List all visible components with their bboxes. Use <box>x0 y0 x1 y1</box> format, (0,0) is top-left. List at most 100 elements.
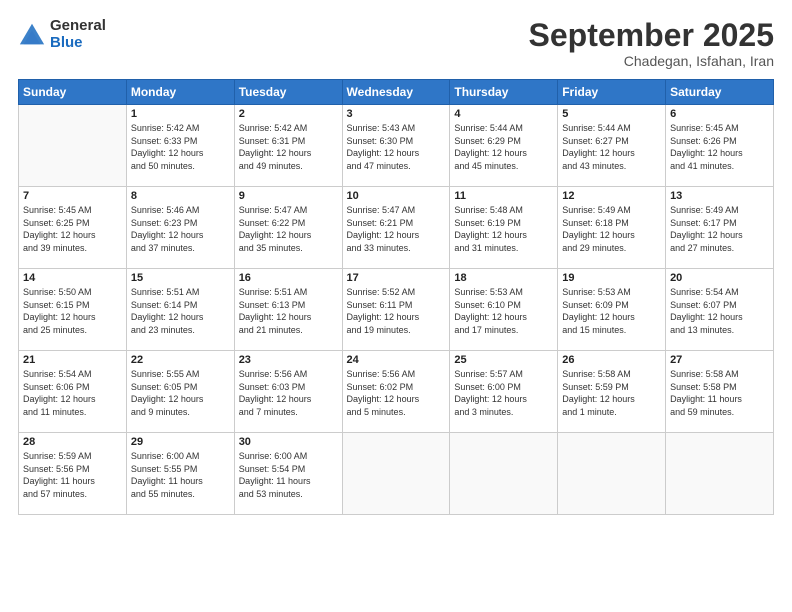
day-info: Sunrise: 5:56 AM Sunset: 6:02 PM Dayligh… <box>347 368 446 418</box>
calendar-table: SundayMondayTuesdayWednesdayThursdayFrid… <box>18 79 774 515</box>
day-number: 25 <box>454 354 553 366</box>
day-info: Sunrise: 5:52 AM Sunset: 6:11 PM Dayligh… <box>347 286 446 336</box>
day-number: 26 <box>562 354 661 366</box>
day-info: Sunrise: 6:00 AM Sunset: 5:54 PM Dayligh… <box>239 450 338 500</box>
day-number: 12 <box>562 190 661 202</box>
calendar-cell: 25 Sunrise: 5:57 AM Sunset: 6:00 PM Dayli… <box>450 351 558 433</box>
day-info: Sunrise: 6:00 AM Sunset: 5:55 PM Dayligh… <box>131 450 230 500</box>
calendar-cell: 26 Sunrise: 5:58 AM Sunset: 5:59 PM Dayli… <box>558 351 666 433</box>
day-number: 14 <box>23 272 122 284</box>
day-info: Sunrise: 5:46 AM Sunset: 6:23 PM Dayligh… <box>131 204 230 254</box>
day-number: 1 <box>131 108 230 120</box>
day-number: 29 <box>131 436 230 448</box>
day-number: 15 <box>131 272 230 284</box>
title-block: September 2025 Chadegan, Isfahan, Iran <box>529 18 774 69</box>
calendar-cell: 27 Sunrise: 5:58 AM Sunset: 5:58 PM Dayli… <box>666 351 774 433</box>
day-number: 17 <box>347 272 446 284</box>
day-info: Sunrise: 5:42 AM Sunset: 6:33 PM Dayligh… <box>131 122 230 172</box>
day-info: Sunrise: 5:53 AM Sunset: 6:10 PM Dayligh… <box>454 286 553 336</box>
calendar-cell: 30 Sunrise: 6:00 AM Sunset: 5:54 PM Dayli… <box>234 433 342 515</box>
day-number: 21 <box>23 354 122 366</box>
col-header-thursday: Thursday <box>450 80 558 105</box>
day-number: 6 <box>670 108 769 120</box>
day-info: Sunrise: 5:57 AM Sunset: 6:00 PM Dayligh… <box>454 368 553 418</box>
calendar-cell: 21 Sunrise: 5:54 AM Sunset: 6:06 PM Dayli… <box>19 351 127 433</box>
calendar-cell: 9 Sunrise: 5:47 AM Sunset: 6:22 PM Daylig… <box>234 187 342 269</box>
calendar-week-2: 7 Sunrise: 5:45 AM Sunset: 6:25 PM Daylig… <box>19 187 774 269</box>
day-info: Sunrise: 5:45 AM Sunset: 6:26 PM Dayligh… <box>670 122 769 172</box>
col-header-friday: Friday <box>558 80 666 105</box>
day-info: Sunrise: 5:47 AM Sunset: 6:21 PM Dayligh… <box>347 204 446 254</box>
logo-text: General Blue <box>50 18 106 51</box>
day-number: 2 <box>239 108 338 120</box>
logo: General Blue <box>18 18 106 51</box>
calendar-cell: 12Sunrise: 5:49 AM Sunset: 6:18 PM Dayli… <box>558 187 666 269</box>
header: General Blue September 2025 Chadegan, Is… <box>18 18 774 69</box>
day-info: Sunrise: 5:59 AM Sunset: 5:56 PM Dayligh… <box>23 450 122 500</box>
page: General Blue September 2025 Chadegan, Is… <box>0 0 792 612</box>
day-number: 20 <box>670 272 769 284</box>
day-info: Sunrise: 5:54 AM Sunset: 6:06 PM Dayligh… <box>23 368 122 418</box>
day-number: 3 <box>347 108 446 120</box>
calendar-cell: 14 Sunrise: 5:50 AM Sunset: 6:15 PM Dayli… <box>19 269 127 351</box>
calendar-cell: 17 Sunrise: 5:52 AM Sunset: 6:11 PM Dayli… <box>342 269 450 351</box>
location: Chadegan, Isfahan, Iran <box>529 53 774 69</box>
calendar-cell: 7 Sunrise: 5:45 AM Sunset: 6:25 PM Daylig… <box>19 187 127 269</box>
day-number: 13 <box>670 190 769 202</box>
calendar-cell <box>19 105 127 187</box>
col-header-sunday: Sunday <box>19 80 127 105</box>
calendar-cell <box>558 433 666 515</box>
day-info: Sunrise: 5:54 AM Sunset: 6:07 PM Dayligh… <box>670 286 769 336</box>
col-header-saturday: Saturday <box>666 80 774 105</box>
col-header-tuesday: Tuesday <box>234 80 342 105</box>
day-info: Sunrise: 5:51 AM Sunset: 6:13 PM Dayligh… <box>239 286 338 336</box>
day-number: 4 <box>454 108 553 120</box>
day-info: Sunrise: 5:53 AM Sunset: 6:09 PM Dayligh… <box>562 286 661 336</box>
day-info: Sunrise: 5:45 AM Sunset: 6:25 PM Dayligh… <box>23 204 122 254</box>
calendar-cell: 29 Sunrise: 6:00 AM Sunset: 5:55 PM Dayli… <box>126 433 234 515</box>
calendar-header-row: SundayMondayTuesdayWednesdayThursdayFrid… <box>19 80 774 105</box>
day-info: Sunrise: 5:43 AM Sunset: 6:30 PM Dayligh… <box>347 122 446 172</box>
day-number: 22 <box>131 354 230 366</box>
day-number: 8 <box>131 190 230 202</box>
day-info: Sunrise: 5:44 AM Sunset: 6:27 PM Dayligh… <box>562 122 661 172</box>
calendar-cell: 5 Sunrise: 5:44 AM Sunset: 6:27 PM Daylig… <box>558 105 666 187</box>
calendar-cell: 8 Sunrise: 5:46 AM Sunset: 6:23 PM Daylig… <box>126 187 234 269</box>
day-info: Sunrise: 5:51 AM Sunset: 6:14 PM Dayligh… <box>131 286 230 336</box>
calendar-cell: 2Sunrise: 5:42 AM Sunset: 6:31 PM Daylig… <box>234 105 342 187</box>
calendar-cell: 28 Sunrise: 5:59 AM Sunset: 5:56 PM Dayli… <box>19 433 127 515</box>
day-info: Sunrise: 5:50 AM Sunset: 6:15 PM Dayligh… <box>23 286 122 336</box>
day-info: Sunrise: 5:47 AM Sunset: 6:22 PM Dayligh… <box>239 204 338 254</box>
day-number: 30 <box>239 436 338 448</box>
day-number: 7 <box>23 190 122 202</box>
day-number: 9 <box>239 190 338 202</box>
calendar-cell: 4 Sunrise: 5:44 AM Sunset: 6:29 PM Daylig… <box>450 105 558 187</box>
calendar-cell: 15 Sunrise: 5:51 AM Sunset: 6:14 PM Dayli… <box>126 269 234 351</box>
day-number: 28 <box>23 436 122 448</box>
calendar-cell: 6 Sunrise: 5:45 AM Sunset: 6:26 PM Daylig… <box>666 105 774 187</box>
day-info: Sunrise: 5:58 AM Sunset: 5:58 PM Dayligh… <box>670 368 769 418</box>
calendar-cell: 18 Sunrise: 5:53 AM Sunset: 6:10 PM Dayli… <box>450 269 558 351</box>
calendar-cell <box>342 433 450 515</box>
day-number: 19 <box>562 272 661 284</box>
month-title: September 2025 <box>529 18 774 53</box>
day-info: Sunrise: 5:44 AM Sunset: 6:29 PM Dayligh… <box>454 122 553 172</box>
day-number: 23 <box>239 354 338 366</box>
logo-blue-text: Blue <box>50 35 106 52</box>
day-number: 18 <box>454 272 553 284</box>
calendar-cell <box>666 433 774 515</box>
calendar-cell: 10 Sunrise: 5:47 AM Sunset: 6:21 PM Dayli… <box>342 187 450 269</box>
calendar-cell: 20 Sunrise: 5:54 AM Sunset: 6:07 PM Dayli… <box>666 269 774 351</box>
day-number: 5 <box>562 108 661 120</box>
day-number: 27 <box>670 354 769 366</box>
day-number: 10 <box>347 190 446 202</box>
day-info: Sunrise: 5:49 AM Sunset: 6:17 PM Dayligh… <box>670 204 769 254</box>
logo-general-text: General <box>50 18 106 35</box>
day-number: 11 <box>454 190 553 202</box>
day-info: Sunrise: 5:58 AM Sunset: 5:59 PM Dayligh… <box>562 368 661 418</box>
day-number: 24 <box>347 354 446 366</box>
day-number: 16 <box>239 272 338 284</box>
calendar-cell: 19 Sunrise: 5:53 AM Sunset: 6:09 PM Dayli… <box>558 269 666 351</box>
calendar-cell: 16 Sunrise: 5:51 AM Sunset: 6:13 PM Dayli… <box>234 269 342 351</box>
day-info: Sunrise: 5:56 AM Sunset: 6:03 PM Dayligh… <box>239 368 338 418</box>
